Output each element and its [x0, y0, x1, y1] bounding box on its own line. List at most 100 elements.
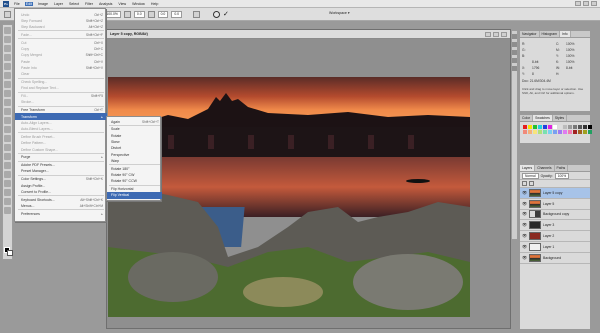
layer-row[interactable]: 👁 Layer 2 [520, 231, 590, 242]
menu-view[interactable]: View [117, 2, 127, 6]
layer-row[interactable]: 👁 Layer 5 [520, 199, 590, 210]
swatch[interactable] [528, 130, 532, 134]
healing-tool-icon[interactable] [4, 81, 11, 88]
eyedropper-tool-icon[interactable] [4, 72, 11, 79]
quick-select-tool-icon[interactable] [4, 54, 11, 61]
tab-color[interactable]: Color [520, 115, 534, 121]
dodge-tool-icon[interactable] [4, 144, 11, 151]
lock-position-icon[interactable] [529, 181, 534, 186]
gradient-tool-icon[interactable] [4, 126, 11, 133]
doc-minimize-icon[interactable] [485, 32, 491, 37]
swatch[interactable] [543, 125, 547, 129]
visibility-eye-icon[interactable]: 👁 [522, 244, 527, 249]
doc-maximize-icon[interactable] [493, 32, 499, 37]
menu-file[interactable]: File [13, 2, 21, 6]
edit-menu-item[interactable]: Preferences ▸ [15, 210, 107, 217]
visibility-eye-icon[interactable]: 👁 [522, 234, 527, 238]
swatch[interactable] [563, 125, 567, 129]
swatch[interactable] [533, 130, 537, 134]
layer-row[interactable]: 👁 Layer 3 [520, 220, 590, 232]
actions-panel-icon[interactable] [512, 42, 517, 47]
close-icon[interactable] [591, 1, 597, 6]
commit-transform-icon[interactable]: ✓ [223, 11, 229, 18]
swatch[interactable] [588, 125, 592, 129]
swatch[interactable] [553, 130, 557, 134]
swatch[interactable] [578, 130, 582, 134]
type-tool-icon[interactable] [4, 162, 11, 169]
swatch[interactable] [558, 125, 562, 129]
cancel-transform-icon[interactable] [213, 10, 221, 18]
tab-swatches[interactable]: Swatches [533, 115, 553, 121]
layer-row[interactable]: 👁 Layer 1 [520, 242, 590, 253]
tab-histogram[interactable]: Histogram [540, 31, 560, 37]
swatch[interactable] [568, 125, 572, 129]
3d-tool-icon[interactable] [4, 189, 11, 196]
swatch[interactable] [583, 125, 587, 129]
tab-layers[interactable]: Layers [520, 165, 536, 171]
swatch[interactable] [558, 130, 562, 134]
tool-presets-panel-icon[interactable] [512, 66, 517, 71]
path-select-tool-icon[interactable] [4, 171, 11, 178]
swatch[interactable] [573, 130, 577, 134]
angle-field[interactable]: 0.0 [133, 10, 145, 18]
swatch[interactable] [563, 130, 567, 134]
swatch[interactable] [588, 130, 592, 134]
blur-tool-icon[interactable] [4, 135, 11, 142]
image-canvas[interactable] [108, 77, 470, 317]
v-skew-field[interactable]: 0.0 [171, 10, 183, 18]
menu-filter[interactable]: Filter [84, 2, 94, 6]
swatch[interactable] [578, 125, 582, 129]
visibility-eye-icon[interactable]: 👁 [522, 255, 527, 260]
swatch[interactable] [583, 130, 587, 134]
menu-select[interactable]: Select [68, 2, 80, 6]
history-brush-tool-icon[interactable] [4, 108, 11, 115]
background-color-swatch[interactable] [7, 250, 13, 256]
crop-tool-icon[interactable] [4, 63, 11, 70]
h-skew-field[interactable]: 0.0 [157, 10, 169, 18]
swatch[interactable] [523, 130, 527, 134]
visibility-eye-icon[interactable]: 👁 [522, 190, 527, 195]
tab-paths[interactable]: Paths [555, 165, 569, 171]
zoom-tool-icon[interactable] [4, 207, 11, 214]
stamp-tool-icon[interactable] [4, 99, 11, 106]
tab-channels[interactable]: Channels [535, 165, 555, 171]
hand-tool-icon[interactable] [4, 198, 11, 205]
tool-preset-icon[interactable] [4, 10, 11, 18]
maximize-icon[interactable] [583, 1, 589, 6]
eraser-tool-icon[interactable] [4, 117, 11, 124]
swatch[interactable] [553, 125, 557, 129]
move-tool-icon[interactable] [4, 27, 11, 34]
menu-image[interactable]: Image [37, 2, 49, 6]
brushes-panel-icon[interactable] [512, 50, 517, 55]
warp-icon[interactable] [193, 10, 201, 18]
shape-tool-icon[interactable] [4, 180, 11, 187]
menu-window[interactable]: Window [131, 2, 146, 6]
menu-edit[interactable]: Edit [24, 1, 33, 6]
pen-tool-icon[interactable] [4, 153, 11, 160]
clone-source-panel-icon[interactable] [512, 58, 517, 63]
tab-info[interactable]: Info [559, 31, 571, 37]
swatch[interactable] [528, 125, 532, 129]
layer-row[interactable]: 👁 Background [520, 253, 590, 264]
visibility-eye-icon[interactable]: 👁 [522, 201, 527, 206]
visibility-eye-icon[interactable]: 👁 [522, 223, 527, 227]
menu-layer[interactable]: Layer [53, 2, 64, 6]
swatch[interactable] [573, 125, 577, 129]
swatch[interactable] [523, 125, 527, 129]
visibility-eye-icon[interactable]: 👁 [522, 212, 527, 216]
swatch[interactable] [548, 130, 552, 134]
menu-help[interactable]: Help [150, 2, 159, 6]
tab-styles[interactable]: Styles [553, 115, 568, 121]
opacity-field[interactable]: 100% [554, 172, 570, 179]
minimize-icon[interactable] [575, 1, 581, 6]
document-tab[interactable]: Layer 5 copy, RGB/8#) [107, 30, 510, 39]
brush-tool-icon[interactable] [4, 90, 11, 97]
menu-analysis[interactable]: Analysis [98, 2, 113, 6]
doc-close-icon[interactable] [501, 32, 507, 37]
tab-navigator[interactable]: Navigator [520, 31, 540, 37]
swatch[interactable] [533, 125, 537, 129]
swatch[interactable] [548, 125, 552, 129]
workspace-dropdown[interactable]: Workspace ▾ [329, 11, 350, 15]
marquee-tool-icon[interactable] [4, 36, 11, 43]
layer-row[interactable]: 👁 Background copy [520, 210, 590, 221]
